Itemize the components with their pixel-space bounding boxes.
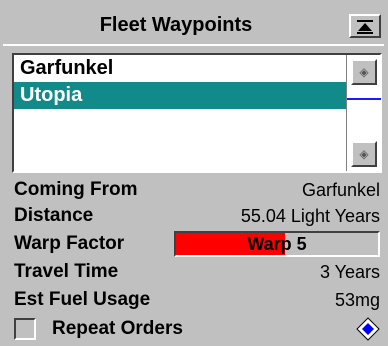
fuel-usage-value: 53mg bbox=[334, 290, 380, 310]
travel-time-row: Travel Time 3 Years bbox=[14, 259, 380, 285]
scroll-down-button[interactable]: ◈ bbox=[351, 141, 377, 167]
warp-factor-label: Warp Factor bbox=[14, 233, 125, 254]
warp-factor-value: Warp 5 bbox=[247, 234, 307, 254]
waypoint-items: Garfunkel Utopia bbox=[14, 55, 346, 171]
travel-time-label: Travel Time bbox=[14, 261, 119, 282]
warp-factor-slider[interactable]: Warp 5 bbox=[174, 231, 380, 257]
distance-label: Distance bbox=[14, 205, 94, 226]
waypoint-marker-line bbox=[347, 98, 381, 100]
travel-time-value: 3 Years bbox=[319, 262, 380, 282]
collapse-up-icon bbox=[357, 20, 373, 34]
repeat-orders-row: Repeat Orders bbox=[14, 316, 380, 342]
scroll-up-button[interactable]: ◈ bbox=[351, 59, 377, 85]
repeat-orders-checkbox[interactable] bbox=[14, 318, 36, 340]
repeat-orders-label: Repeat Orders bbox=[52, 318, 183, 339]
distance-value: 55.04 Light Years bbox=[240, 206, 380, 226]
waypoint-list[interactable]: Garfunkel Utopia ◈ ◈ bbox=[12, 53, 382, 173]
blue-diamond-icon[interactable] bbox=[356, 317, 380, 341]
scroll-down-icon: ◈ bbox=[359, 147, 369, 161]
waypoint-item-garfunkel[interactable]: Garfunkel bbox=[14, 55, 346, 82]
distance-row: Distance 55.04 Light Years bbox=[14, 203, 380, 229]
panel-title: Fleet Waypoints bbox=[99, 14, 253, 36]
collapse-button[interactable] bbox=[349, 14, 381, 38]
warp-factor-row: Warp Factor Warp 5 bbox=[14, 231, 380, 257]
fuel-usage-label: Est Fuel Usage bbox=[14, 289, 151, 310]
fleet-waypoints-panel: Fleet Waypoints Garfunkel Utopia ◈ ◈ Com… bbox=[0, 0, 388, 346]
list-scrollbar[interactable]: ◈ ◈ bbox=[346, 55, 381, 171]
title-bar: Fleet Waypoints bbox=[3, 6, 384, 46]
coming-from-label: Coming From bbox=[14, 179, 138, 200]
coming-from-row: Coming From Garfunkel bbox=[14, 177, 380, 203]
fuel-usage-row: Est Fuel Usage 53mg bbox=[14, 287, 380, 313]
waypoint-item-utopia[interactable]: Utopia bbox=[14, 82, 346, 109]
scroll-up-icon: ◈ bbox=[359, 65, 369, 79]
coming-from-value: Garfunkel bbox=[301, 180, 380, 200]
